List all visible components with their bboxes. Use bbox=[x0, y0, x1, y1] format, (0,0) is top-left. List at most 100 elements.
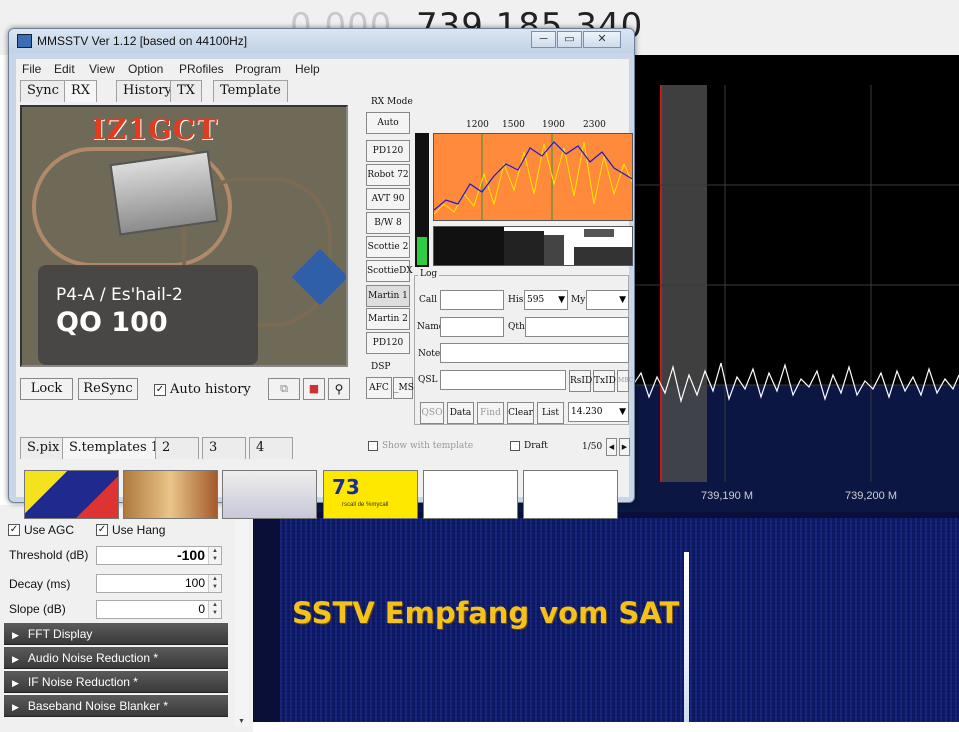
menu-help[interactable]: Help bbox=[295, 62, 320, 76]
next-page-button[interactable]: ▶ bbox=[619, 438, 630, 456]
menu-edit[interactable]: Edit bbox=[54, 62, 75, 76]
axis-label-2: 739,200 M bbox=[845, 490, 897, 502]
tab-template[interactable]: Template bbox=[213, 80, 288, 102]
resync-button[interactable]: ReSync bbox=[78, 378, 138, 400]
tab-2[interactable]: 2 bbox=[155, 437, 199, 459]
tab-rx[interactable]: RX bbox=[64, 80, 98, 102]
dropdown-arrow-icon: ▼ bbox=[619, 295, 626, 305]
scroll-down-icon[interactable]: ▼ bbox=[238, 718, 245, 725]
note-input[interactable] bbox=[440, 343, 629, 363]
expand-arrow-icon: ▶ bbox=[12, 678, 19, 688]
maximize-button[interactable]: ▭ bbox=[557, 31, 582, 48]
slope-input[interactable]: 0 ▲ ▼ bbox=[96, 600, 222, 619]
dsp-label: DSP bbox=[371, 362, 391, 372]
menu-profiles[interactable]: PRofiles bbox=[179, 62, 224, 76]
minimize-button[interactable]: ─ bbox=[531, 31, 556, 48]
mode-scottie2[interactable]: Scottie 2 bbox=[366, 236, 410, 258]
mbc-button[interactable]: MBC bbox=[617, 370, 633, 392]
zoom-button[interactable]: ⚲ bbox=[328, 378, 350, 400]
thumb-73-text: 73 bbox=[332, 475, 360, 499]
lock-button[interactable]: Lock bbox=[20, 378, 73, 400]
mode-pd120-2[interactable]: PD120 bbox=[366, 332, 410, 354]
tab-4[interactable]: 4 bbox=[249, 437, 293, 459]
menu-file[interactable]: File bbox=[22, 62, 41, 76]
app-icon bbox=[17, 34, 32, 48]
clear-button[interactable]: Clear bbox=[507, 402, 534, 424]
menu-view[interactable]: View bbox=[89, 62, 115, 76]
axis-label-1: 739,190 M bbox=[701, 490, 753, 502]
show-with-template-checkbox[interactable]: Show with template bbox=[368, 441, 473, 451]
menu-option[interactable]: Option bbox=[128, 62, 163, 76]
auto-history-checkbox[interactable]: ✓ Auto history bbox=[154, 382, 251, 397]
decay-input[interactable]: 100 ▲ ▼ bbox=[96, 574, 222, 593]
tab-tx[interactable]: TX bbox=[170, 80, 202, 102]
palette-button[interactable]: ■ bbox=[303, 378, 325, 400]
template-thumbnail-1[interactable] bbox=[24, 470, 119, 519]
frequency-select[interactable]: 14.230 ▼ bbox=[568, 402, 629, 422]
template-thumbnail-5[interactable] bbox=[423, 470, 518, 519]
draft-checkbox[interactable]: Draft bbox=[510, 441, 548, 451]
decay-label: Decay (ms) bbox=[9, 577, 71, 591]
mode-avt90[interactable]: AVT 90 bbox=[366, 188, 410, 210]
left-panel-scrollbar[interactable]: ▼ bbox=[235, 505, 249, 727]
menu-program[interactable]: Program bbox=[235, 62, 281, 76]
check-icon: ✓ bbox=[154, 383, 166, 396]
section-baseband-noise-blanker[interactable]: ▶ Baseband Noise Blanker * bbox=[4, 695, 228, 717]
template-thumbnail-2[interactable] bbox=[123, 470, 218, 519]
slope-label: Slope (dB) bbox=[9, 602, 66, 616]
stock-tabs: S.pix S.templates 1 2 3 4 bbox=[20, 437, 310, 459]
tab-sync[interactable]: Sync bbox=[20, 80, 66, 102]
qsl-input[interactable] bbox=[440, 370, 566, 390]
sync-waterfall[interactable] bbox=[433, 226, 633, 266]
mode-auto[interactable]: Auto bbox=[366, 112, 410, 134]
copy-button[interactable]: ⧉ bbox=[268, 378, 300, 400]
threshold-label: Threshold (dB) bbox=[9, 548, 89, 562]
rsid-button[interactable]: RsID bbox=[569, 370, 592, 392]
use-hang-checkbox[interactable]: ✓ Use Hang bbox=[96, 523, 165, 537]
qth-input[interactable] bbox=[525, 317, 629, 337]
qso-button[interactable]: QSO bbox=[420, 402, 444, 424]
tab-3[interactable]: 3 bbox=[202, 437, 246, 459]
template-thumbnail-6[interactable] bbox=[523, 470, 618, 519]
section-audio-noise-reduction[interactable]: ▶ Audio Noise Reduction * bbox=[4, 647, 228, 669]
spin-arrows-icon[interactable]: ▲ ▼ bbox=[208, 601, 221, 618]
tab-spix[interactable]: S.pix bbox=[20, 437, 67, 459]
main-tabs: Sync RX History TX Template bbox=[20, 80, 320, 102]
his-label: His bbox=[508, 295, 524, 305]
template-thumbnail-3[interactable] bbox=[222, 470, 317, 519]
find-button[interactable]: Find bbox=[477, 402, 504, 424]
use-agc-checkbox[interactable]: ✓ Use AGC bbox=[8, 523, 74, 537]
mmsstv-titlebar[interactable]: MMSSTV Ver 1.12 [based on 44100Hz] ─ ▭ ✕ bbox=[9, 29, 634, 53]
thumb-caption: rscall de %mycall bbox=[342, 502, 389, 508]
txid-button[interactable]: TxID bbox=[593, 370, 616, 392]
prev-page-button[interactable]: ◀ bbox=[606, 438, 617, 456]
close-button[interactable]: ✕ bbox=[583, 31, 621, 48]
audio-spectrum-trace bbox=[434, 134, 632, 220]
magnifier-icon: ⚲ bbox=[334, 382, 344, 396]
ms-button[interactable]: _MS bbox=[393, 377, 414, 399]
section-fft-display[interactable]: ▶ FFT Display bbox=[4, 623, 228, 645]
threshold-input[interactable]: -100 ▲ ▼ bbox=[96, 546, 222, 565]
list-button[interactable]: List bbox=[537, 402, 564, 424]
mode-martin1[interactable]: Martin 1 bbox=[366, 285, 410, 307]
tab-stemplates1[interactable]: S.templates 1 bbox=[62, 437, 167, 459]
mode-robot72[interactable]: Robot 72 bbox=[366, 164, 410, 186]
name-input[interactable] bbox=[440, 317, 504, 337]
mode-pd120[interactable]: PD120 bbox=[366, 140, 410, 162]
my-select[interactable]: ▼ bbox=[586, 290, 629, 310]
mode-scottiedx[interactable]: ScottieDX bbox=[366, 260, 413, 282]
spin-arrows-icon[interactable]: ▲ ▼ bbox=[208, 575, 221, 592]
window-title: MMSSTV Ver 1.12 [based on 44100Hz] bbox=[37, 34, 248, 48]
audio-spectrum[interactable] bbox=[433, 133, 633, 221]
section-if-noise-reduction[interactable]: ▶ IF Noise Reduction * bbox=[4, 671, 228, 693]
page-counter: 1/50 bbox=[582, 442, 603, 452]
mode-martin2[interactable]: Martin 2 bbox=[366, 308, 410, 330]
call-input[interactable] bbox=[440, 290, 504, 310]
template-thumbnail-4[interactable]: 73 rscall de %mycall bbox=[323, 470, 418, 519]
rx-image[interactable]: IZ1GCT P4-A / Es'hail-2 QO 100 bbox=[20, 105, 348, 367]
data-button[interactable]: Data bbox=[447, 402, 474, 424]
mode-bw8[interactable]: B/W 8 bbox=[366, 212, 410, 234]
his-select[interactable]: 595 ▼ bbox=[524, 290, 568, 310]
spin-arrows-icon[interactable]: ▲ ▼ bbox=[208, 547, 221, 564]
afc-button[interactable]: AFC bbox=[366, 377, 392, 399]
